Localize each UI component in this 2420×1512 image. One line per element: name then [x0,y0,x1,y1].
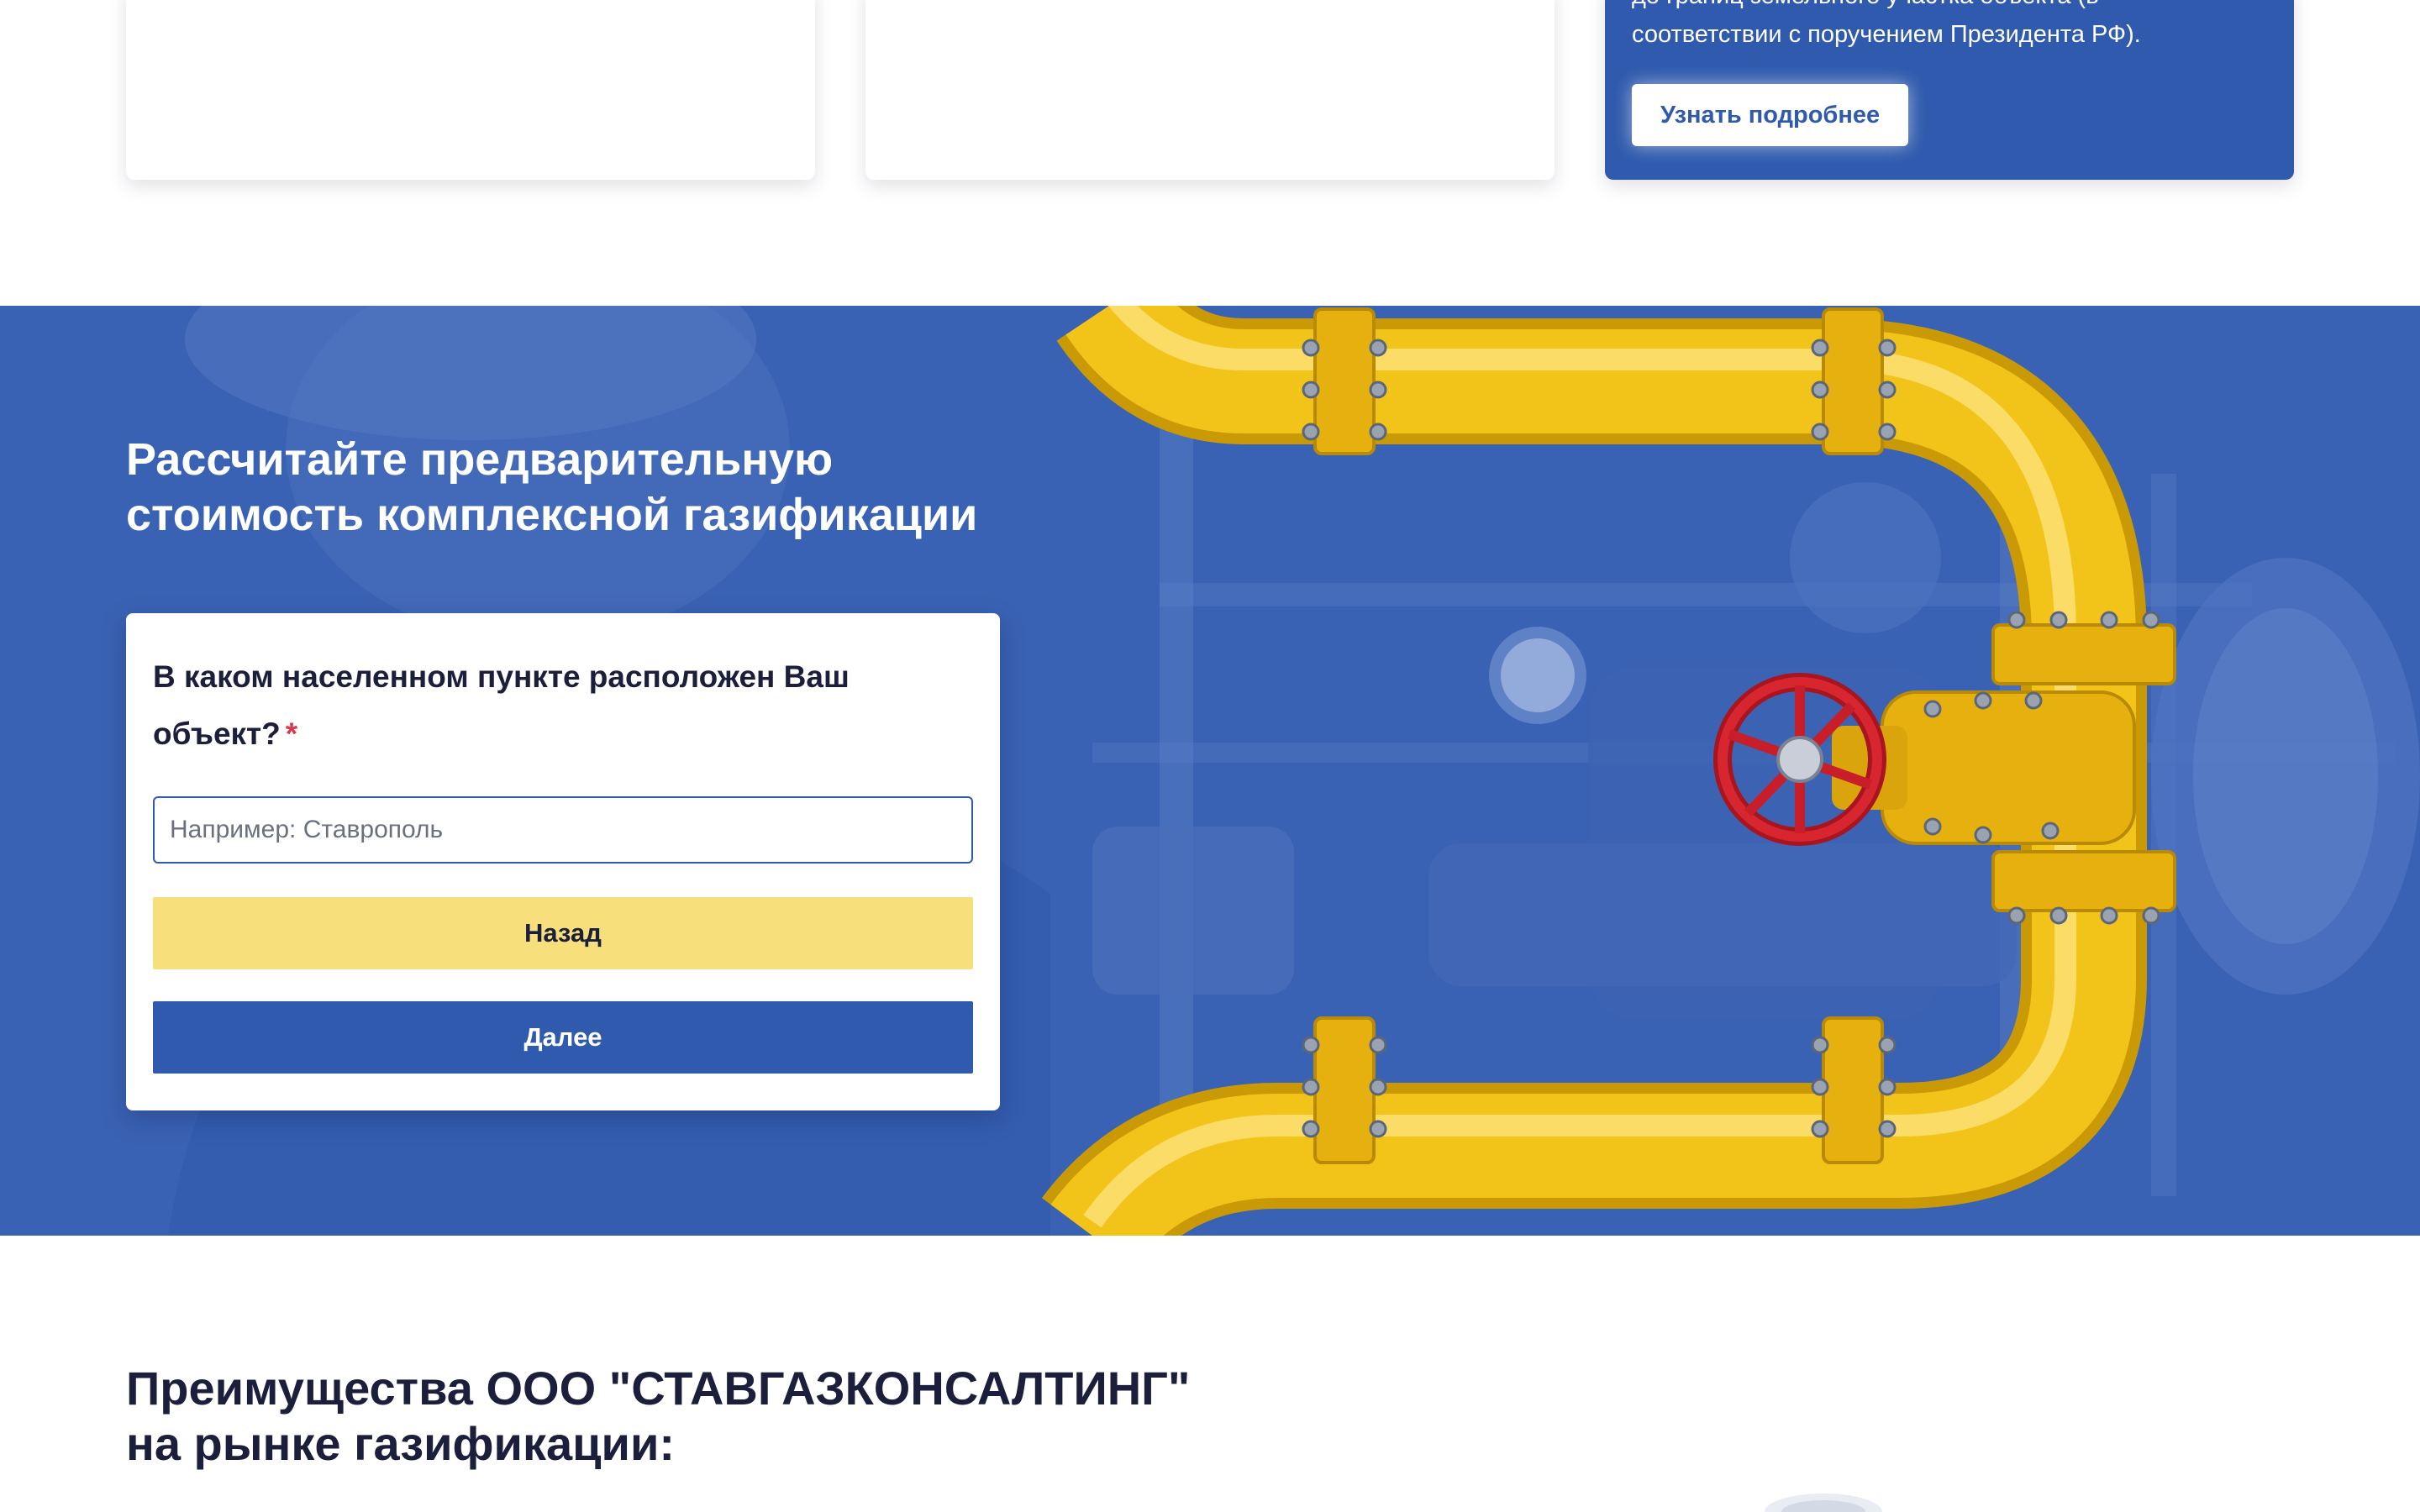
city-input[interactable] [153,796,973,864]
service-card-1 [126,0,815,180]
service-card-3-text-line2: соответствии с поручением Президента РФ)… [1632,21,2141,48]
required-asterisk: * [285,717,298,751]
advantages-title: Преимущества ООО "СТАВГАЗКОНСАЛТИНГ" на … [126,1361,1302,1472]
service-card-3-text: до границ земельного участка объекта (в … [1632,0,2237,54]
calculator-title: Рассчитайте предварительную стоимость ко… [126,432,1134,543]
advantages-illustration [1765,1494,1882,1512]
service-card-2 [865,0,1555,180]
calculator-title-line2: стоимость комплексной газификации [126,490,978,540]
question-label: В каком населенном пункте расположен Ваш… [153,648,960,763]
question-label-line2: объект? [153,717,281,751]
service-card-3: до границ земельного участка объекта (в … [1605,0,2294,180]
back-button[interactable]: Назад [153,897,973,969]
gasification-calculator-section: Рассчитайте предварительную стоимость ко… [0,306,2420,1236]
next-button[interactable]: Далее [153,1001,973,1074]
advantages-title-line2: на рынке газификации: [126,1417,676,1470]
learn-more-button[interactable]: Узнать подробнее [1632,84,1909,146]
calculator-title-line1: Рассчитайте предварительную [126,434,834,485]
question-label-line1: В каком населенном пункте расположен Ваш [153,659,850,694]
calculator-form: В каком населенном пункте расположен Ваш… [126,613,1000,1110]
advantages-title-line1: Преимущества ООО "СТАВГАЗКОНСАЛТИНГ" [126,1362,1191,1415]
service-card-3-text-line1: до границ земельного участка объекта (в [1632,0,2237,15]
